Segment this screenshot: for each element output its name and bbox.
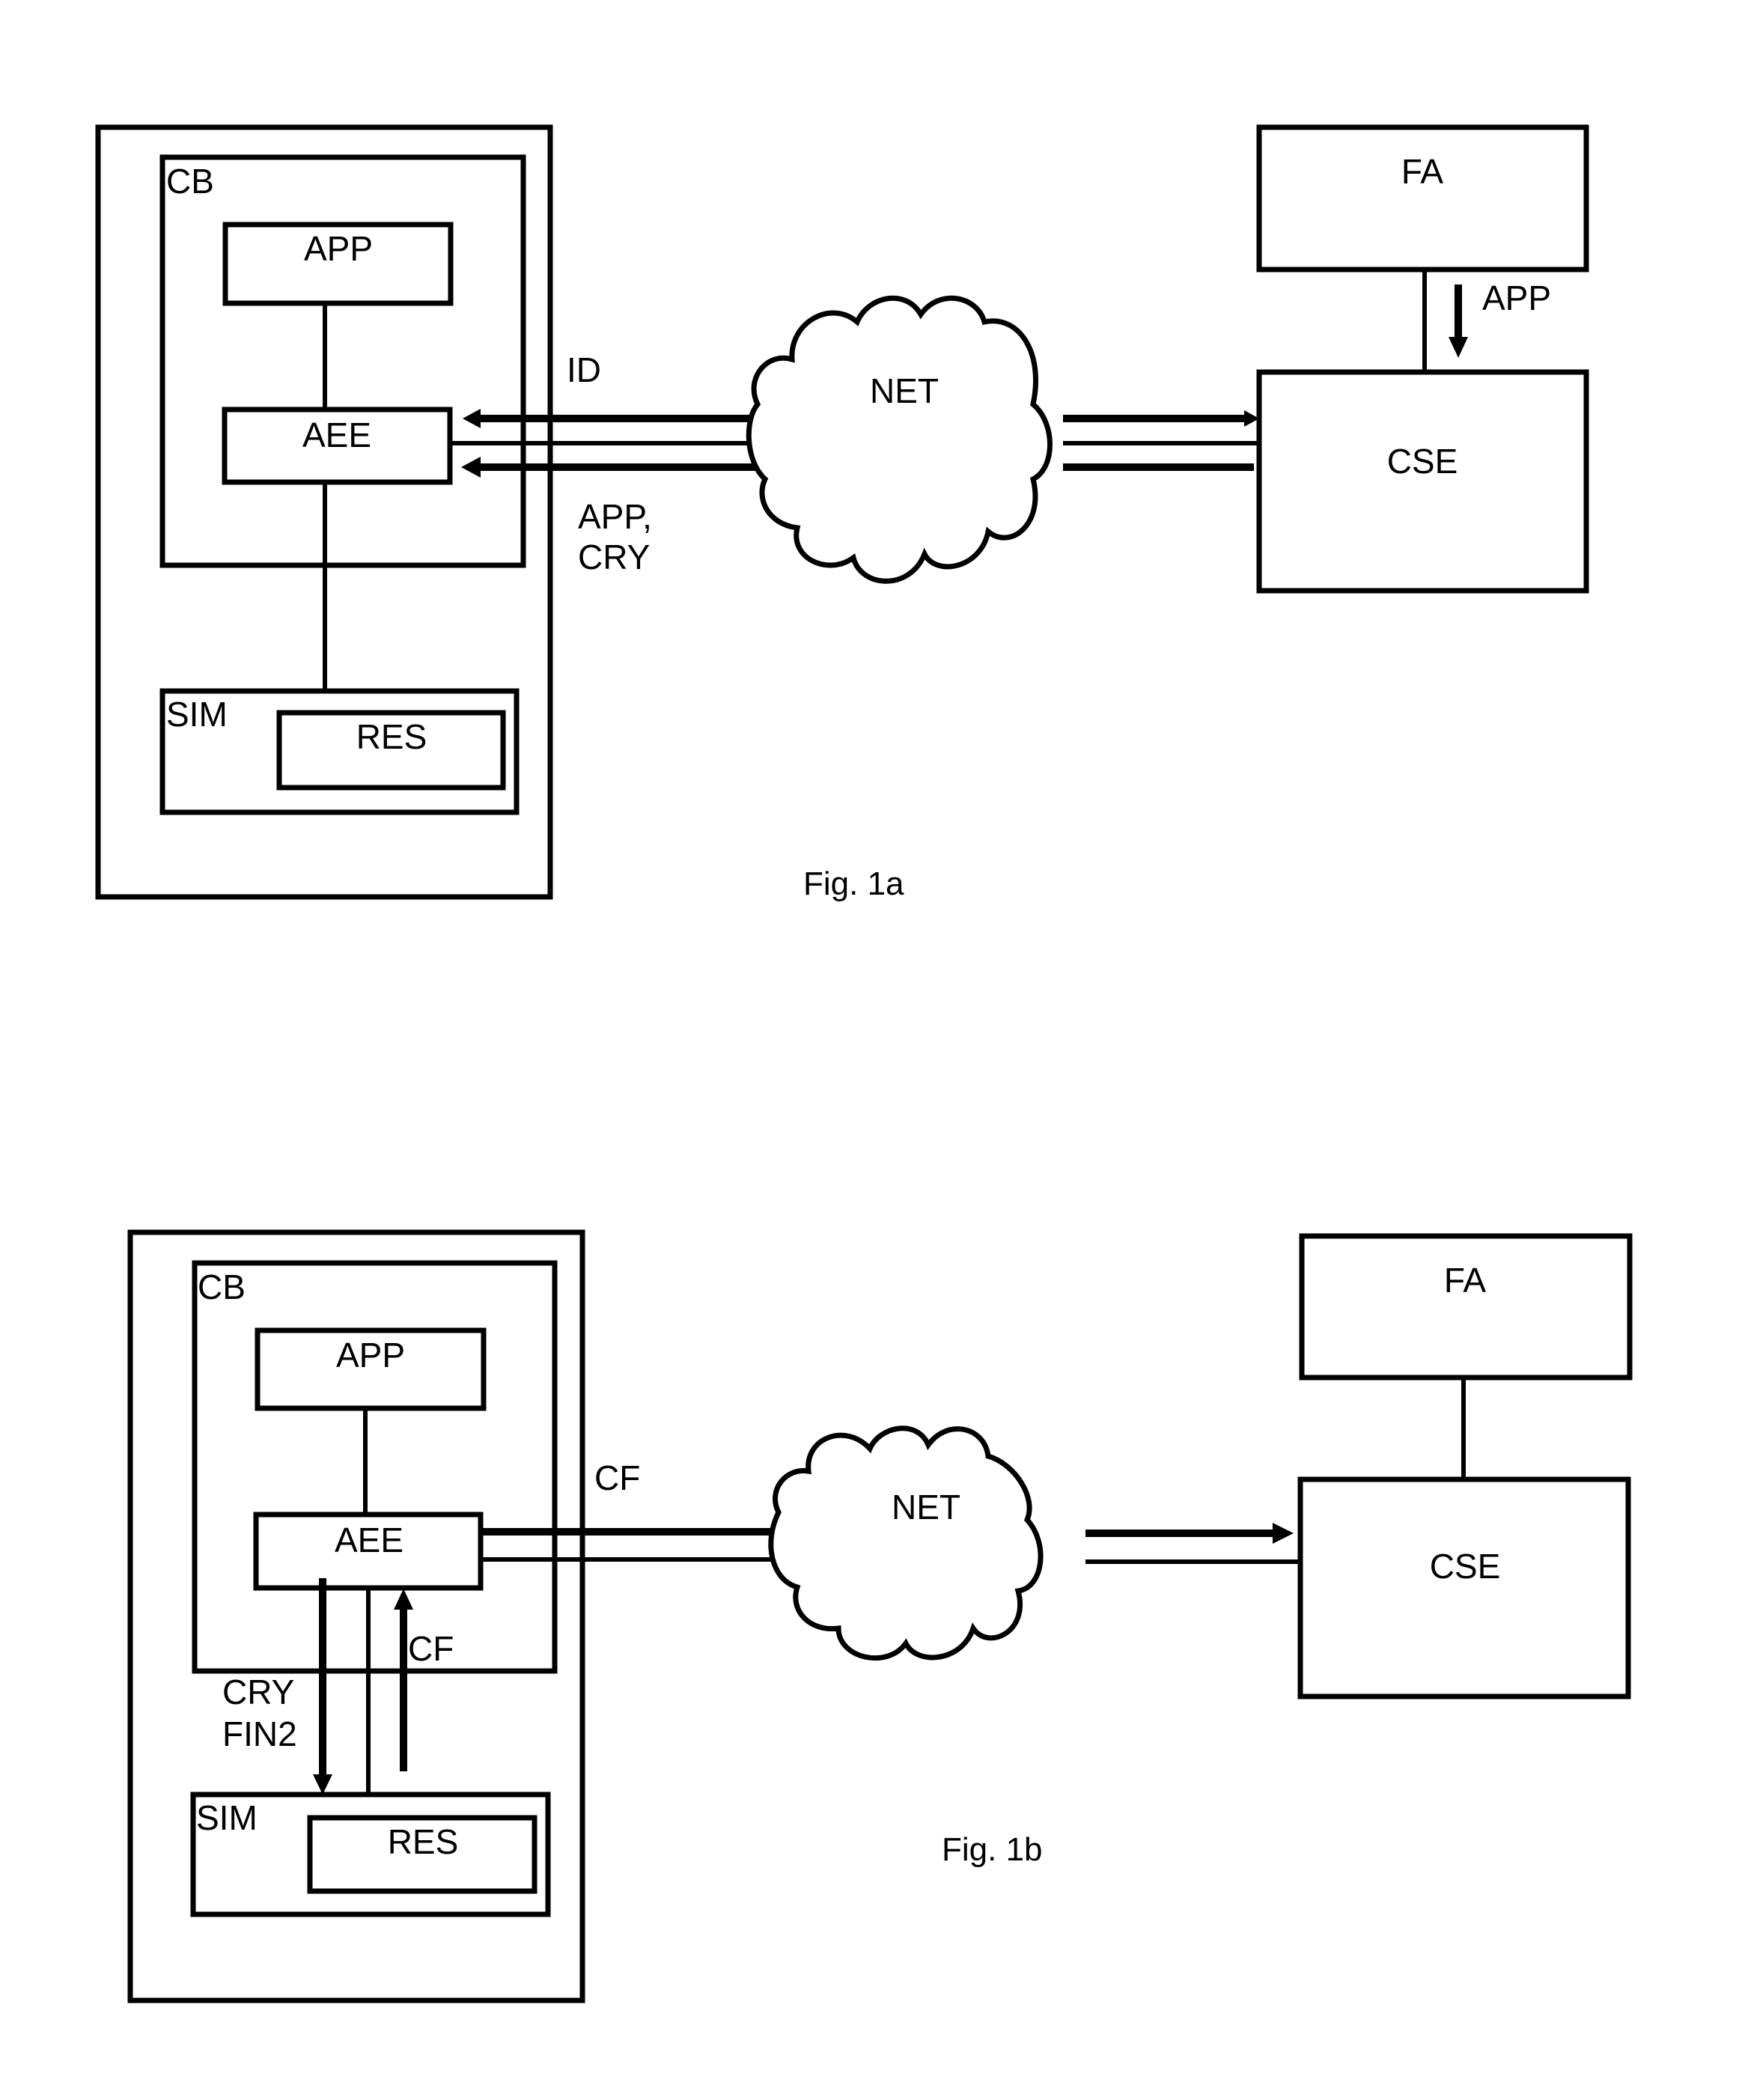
fig1b-fa-label: FA xyxy=(1444,1261,1487,1300)
fig1a-id-label: ID xyxy=(567,350,601,389)
fig1b-caption: Fig. 1b xyxy=(942,1831,1043,1868)
fig1b-fa-box xyxy=(1299,1233,1633,1381)
fig1a-fa-label: FA xyxy=(1401,152,1444,191)
fig1a-caption: Fig. 1a xyxy=(803,865,904,902)
fig1a-app-label: APP xyxy=(304,229,373,268)
fig1a-app-download-arrowhead xyxy=(1449,337,1468,358)
fig1a-fa-app-label: APP xyxy=(1482,279,1551,317)
fig1b-cse-label: CSE xyxy=(1430,1547,1501,1586)
fig1b-net-cse-arrowhead xyxy=(1273,1523,1294,1544)
fig1a-res-label: RES xyxy=(356,717,427,756)
fig1b-net-cloud xyxy=(768,1425,1044,1661)
fig1b-cry-label: CRY xyxy=(222,1673,294,1711)
fig1a-cse-label: CSE xyxy=(1387,442,1458,481)
fig1b-cb-label: CB xyxy=(198,1267,246,1306)
fig1a-net-cloud xyxy=(746,295,1053,584)
fig1a-app-cry-label-2: CRY xyxy=(578,538,650,576)
figure-1a: CB APP AEE SIM RES ID APP, CRY NET FA AP… xyxy=(95,124,1589,902)
fig1b-net-label: NET xyxy=(892,1488,960,1527)
fig1b-aee-label: AEE xyxy=(335,1521,403,1559)
patent-diagram: CB APP AEE SIM RES ID APP, CRY NET FA AP… xyxy=(95,124,1633,2003)
fig1a-cb-label: CB xyxy=(166,162,214,201)
fig1a-aee-label: AEE xyxy=(302,416,371,454)
fig1a-cb-box xyxy=(159,154,526,568)
fig1a-sim-label: SIM xyxy=(166,695,228,734)
fig1b-cf-sim-label: CF xyxy=(408,1629,454,1668)
fig1b-cf-net-label: CF xyxy=(594,1458,640,1497)
fig1a-app-cry-label-1: APP, xyxy=(578,497,652,536)
fig1b-cse-box xyxy=(1297,1476,1631,1699)
fig1b-app-label: APP xyxy=(336,1336,405,1375)
figure-1b: CB APP AEE CF CRY FIN2 SIM RES CF NET FA… xyxy=(127,1229,1633,2003)
fig1a-cse-box xyxy=(1256,369,1589,594)
fig1b-cb-box xyxy=(192,1260,558,1674)
fig1b-res-label: RES xyxy=(388,1822,459,1861)
fig1b-sim-label: SIM xyxy=(196,1798,258,1837)
fig1a-net-label: NET xyxy=(870,371,939,410)
fig1b-fin2-label: FIN2 xyxy=(222,1714,297,1753)
fig1a-fa-box xyxy=(1256,124,1589,273)
